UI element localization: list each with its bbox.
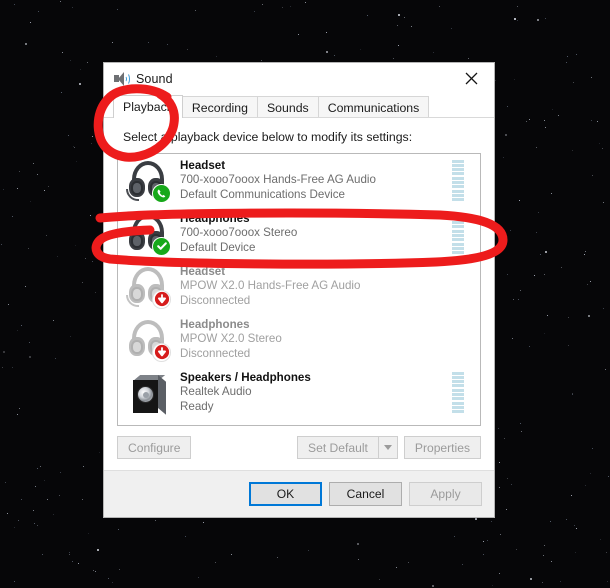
device-icon xyxy=(124,211,174,257)
device-subtitle: MPOW X2.0 Hands-Free AG Audio xyxy=(180,279,361,293)
tab-strip: Playback Recording Sounds Communications xyxy=(104,95,494,118)
tab-playback[interactable]: Playback xyxy=(113,95,183,118)
tab-sounds[interactable]: Sounds xyxy=(256,96,319,118)
tab-recording-label: Recording xyxy=(191,100,248,115)
window-title: Sound xyxy=(136,72,173,86)
chevron-down-icon[interactable] xyxy=(377,436,398,459)
device-name: Speakers / Headphones xyxy=(180,371,311,385)
set-default-split-button[interactable]: Set Default xyxy=(297,436,398,459)
volume-meter xyxy=(452,319,464,361)
device-text: Headset MPOW X2.0 Hands-Free AG Audio Disc… xyxy=(180,265,452,307)
device-icon xyxy=(124,158,174,204)
device-status: Disconnected xyxy=(180,346,251,360)
ok-button[interactable]: OK xyxy=(249,482,322,506)
device-name: Headset xyxy=(180,265,226,279)
device-status: Disconnected xyxy=(180,293,251,307)
tab-recording[interactable]: Recording xyxy=(181,96,258,118)
tab-playback-label: Playback xyxy=(123,100,173,114)
playback-device-list[interactable]: Headset 700-xooo7ooox Hands-Free AG Audio… xyxy=(117,153,481,426)
playback-hint: Select a playback device below to modify… xyxy=(123,130,413,144)
device-text: Headphones 700-xooo7ooox Stereo Default De… xyxy=(180,212,452,254)
device-icon xyxy=(124,370,174,416)
properties-button[interactable]: Properties xyxy=(403,436,481,459)
tab-communications[interactable]: Communications xyxy=(317,96,430,118)
check-badge-icon xyxy=(152,236,171,256)
speaker-box-icon xyxy=(133,374,167,415)
device-list-item[interactable]: Headphones MPOW X2.0 Stereo Disconnected xyxy=(118,313,480,366)
cancel-button[interactable]: Cancel xyxy=(329,482,402,506)
device-text: Speakers / Headphones Realtek Audio Ready xyxy=(180,371,452,413)
device-actions-row: Configure Set Default Properties xyxy=(104,436,494,470)
configure-button[interactable]: Configure xyxy=(117,436,192,459)
device-subtitle: Realtek Audio xyxy=(180,385,252,399)
device-icon xyxy=(124,317,174,363)
speaker-icon xyxy=(113,71,130,87)
device-status: Ready xyxy=(180,399,214,413)
device-status: Default Communications Device xyxy=(180,187,345,201)
device-icon xyxy=(124,264,174,310)
device-list-item[interactable]: Headset MPOW X2.0 Hands-Free AG Audio Disc… xyxy=(118,260,480,313)
volume-meter xyxy=(452,212,464,255)
phone-badge-icon xyxy=(152,183,171,203)
device-list-item[interactable]: Speakers / Headphones Realtek Audio Ready xyxy=(118,366,480,419)
disconnected-badge-icon xyxy=(152,289,171,309)
volume-meter xyxy=(452,159,464,202)
device-subtitle: 700-xooo7ooox Stereo xyxy=(180,226,298,240)
sound-dialog: Sound Playback Recording Sounds Communic… xyxy=(103,62,495,518)
device-name: Headphones xyxy=(180,212,250,226)
tab-sounds-label: Sounds xyxy=(266,100,309,115)
device-text: Headphones MPOW X2.0 Stereo Disconnected xyxy=(180,318,452,360)
device-subtitle: MPOW X2.0 Stereo xyxy=(180,332,282,346)
close-icon[interactable] xyxy=(449,63,494,94)
title-bar: Sound xyxy=(104,63,494,95)
device-list-item[interactable]: Headphones 700-xooo7ooox Stereo Default De… xyxy=(118,207,480,260)
volume-meter xyxy=(452,266,464,308)
device-status: Default Device xyxy=(180,240,256,254)
device-name: Headphones xyxy=(180,318,250,332)
volume-meter xyxy=(452,371,464,414)
set-default-button[interactable]: Set Default xyxy=(297,436,378,459)
device-subtitle: 700-xooo7ooox Hands-Free AG Audio xyxy=(180,173,376,187)
tab-communications-label: Communications xyxy=(327,100,420,115)
device-name: Headset xyxy=(180,159,226,173)
disconnected-badge-icon xyxy=(152,342,171,362)
dialog-footer: OK Cancel Apply xyxy=(104,470,494,517)
playback-tab-panel: Select a playback device below to modify… xyxy=(104,117,494,436)
device-text: Headset 700-xooo7ooox Hands-Free AG Audio… xyxy=(180,159,452,201)
apply-button[interactable]: Apply xyxy=(409,482,482,506)
device-list-item[interactable]: Headset 700-xooo7ooox Hands-Free AG Audio… xyxy=(118,154,480,207)
